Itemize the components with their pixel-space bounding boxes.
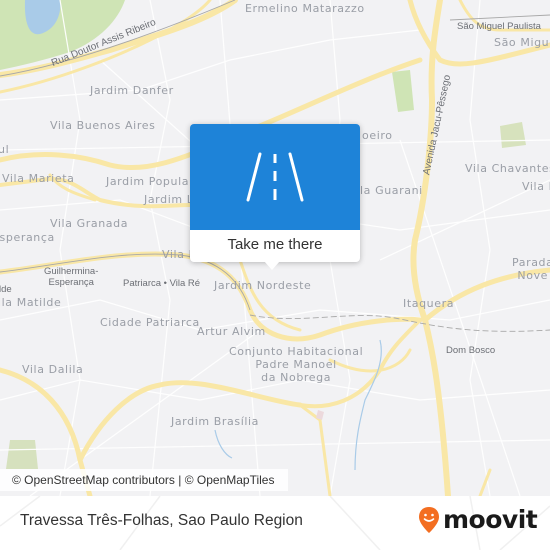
place-label: Itaquera <box>403 297 455 310</box>
place-label: ila Matilde <box>0 296 62 309</box>
place-label: Vila Dalila <box>22 363 84 376</box>
place-label: Vila Granada <box>50 217 129 230</box>
place-label: Jardim L <box>144 193 194 206</box>
place-label: Vila F <box>522 180 550 193</box>
place-label: Artur Alvim <box>197 325 266 338</box>
place-label: Jardim Nordeste <box>214 279 312 292</box>
moovit-wordmark: moovit <box>443 505 538 534</box>
park-area <box>392 70 414 112</box>
map-view[interactable]: Ermelino Matarazzo Jardim Danfer Vila Bu… <box>0 0 550 496</box>
station-label: São Miguel Paulista <box>457 21 541 32</box>
place-label: Conjunto Habitacional Padre Manoel da No… <box>229 345 364 384</box>
station-label: Dom Bosco <box>446 345 496 356</box>
place-label: Vila Buenos Aires <box>50 119 156 132</box>
place-label: Jardim Brasília <box>171 415 260 428</box>
moovit-logo[interactable]: moovit <box>418 505 538 535</box>
park-area <box>6 440 38 469</box>
popup-hero[interactable] <box>190 124 360 230</box>
place-label: Vila Chavantes <box>465 162 550 175</box>
moovit-pin-icon <box>419 507 439 533</box>
place-label: Cidade Patriarca <box>100 316 200 329</box>
station-label: Patriarca • Vila Ré <box>123 278 201 289</box>
station-label: lde <box>0 284 12 295</box>
take-me-there-popup[interactable]: Take me there <box>190 124 360 270</box>
road-icon <box>246 152 304 202</box>
place-label: Esperança <box>0 231 55 244</box>
place-label: oeiro <box>362 129 393 142</box>
place-label: Ermelino Matarazzo <box>245 2 365 15</box>
station-label: Guilhermina- Esperança <box>44 266 99 288</box>
place-label: la Guarani <box>360 184 423 197</box>
place-label: Jardim Popular <box>106 175 195 188</box>
location-title: Travessa Três-Folhas, Sao Paulo Region <box>20 512 303 529</box>
footer-bar: Travessa Três-Folhas, Sao Paulo Region m… <box>0 496 550 550</box>
park-area <box>500 122 526 148</box>
place-label: Parada Nove <box>512 256 550 282</box>
take-me-there-button[interactable]: Take me there <box>190 230 360 262</box>
popup-pointer <box>264 261 280 270</box>
place-label: Vila Marieta <box>2 172 75 185</box>
map-attribution[interactable]: © OpenStreetMap contributors | © OpenMap… <box>0 469 289 491</box>
place-label: Jardim Danfer <box>90 84 174 97</box>
place-label: São Migue <box>494 36 550 49</box>
stream-water <box>214 429 233 459</box>
place-label: ul <box>0 143 10 156</box>
